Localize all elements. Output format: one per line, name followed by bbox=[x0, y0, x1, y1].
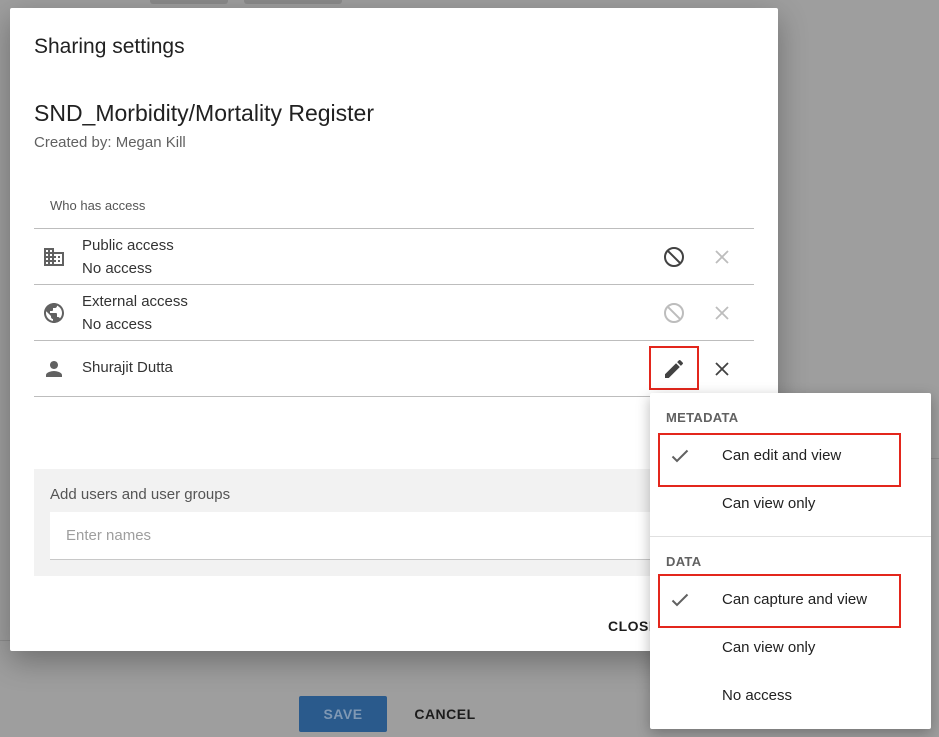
access-level: No access bbox=[82, 316, 153, 333]
remove-icon[interactable] bbox=[710, 357, 734, 381]
access-row-public: Public access No access bbox=[34, 229, 754, 285]
background-tab bbox=[150, 0, 228, 4]
person-icon bbox=[42, 357, 66, 381]
no-access-icon[interactable] bbox=[662, 301, 686, 325]
cancel-button[interactable]: CANCEL bbox=[404, 696, 486, 732]
access-row-external: External access No access bbox=[34, 285, 754, 341]
access-row-user: Shurajit Dutta bbox=[34, 341, 754, 397]
background-divider bbox=[0, 640, 10, 641]
remove-icon[interactable] bbox=[710, 301, 734, 325]
option-label: Can edit and view bbox=[722, 447, 842, 464]
add-users-title: Add users and user groups bbox=[50, 486, 231, 503]
option-label: Can view only bbox=[722, 495, 816, 512]
created-by-text: Created by: Megan Kill bbox=[34, 134, 186, 151]
access-list-header: Who has access bbox=[50, 198, 146, 213]
option-label: Can capture and view bbox=[722, 591, 868, 608]
permission-menu: METADATA Can edit and view Can view only… bbox=[650, 393, 931, 729]
metadata-option-view-only[interactable]: Can view only bbox=[650, 484, 931, 524]
background-tab bbox=[244, 0, 342, 4]
check-icon bbox=[668, 588, 692, 612]
data-option-capture-view[interactable]: Can capture and view bbox=[650, 580, 931, 620]
data-option-no-access[interactable]: No access bbox=[650, 676, 931, 716]
option-label: No access bbox=[722, 687, 793, 704]
edit-pencil-icon[interactable] bbox=[662, 357, 686, 381]
remove-icon[interactable] bbox=[710, 245, 734, 269]
metadata-heading: METADATA bbox=[666, 410, 739, 425]
save-button[interactable]: SAVE bbox=[299, 696, 387, 732]
enter-names-input[interactable] bbox=[50, 512, 750, 560]
access-name: Public access bbox=[82, 237, 174, 254]
no-access-icon[interactable] bbox=[662, 245, 686, 269]
dialog-title: Sharing settings bbox=[34, 35, 185, 58]
access-level: No access bbox=[82, 260, 153, 277]
add-users-panel: Add users and user groups bbox=[34, 469, 754, 576]
data-option-view-only[interactable]: Can view only bbox=[650, 628, 931, 668]
check-icon bbox=[668, 444, 692, 468]
domain-icon bbox=[42, 245, 66, 269]
access-name: External access bbox=[82, 293, 188, 310]
metadata-option-edit-view[interactable]: Can edit and view bbox=[650, 436, 931, 476]
access-name: Shurajit Dutta bbox=[82, 359, 173, 376]
globe-icon bbox=[42, 301, 66, 325]
access-list: Public access No access External access … bbox=[34, 228, 754, 397]
object-name: SND_Morbidity/Mortality Register bbox=[34, 100, 374, 126]
menu-divider bbox=[650, 536, 931, 537]
option-label: Can view only bbox=[722, 639, 816, 656]
data-heading: DATA bbox=[666, 554, 702, 569]
